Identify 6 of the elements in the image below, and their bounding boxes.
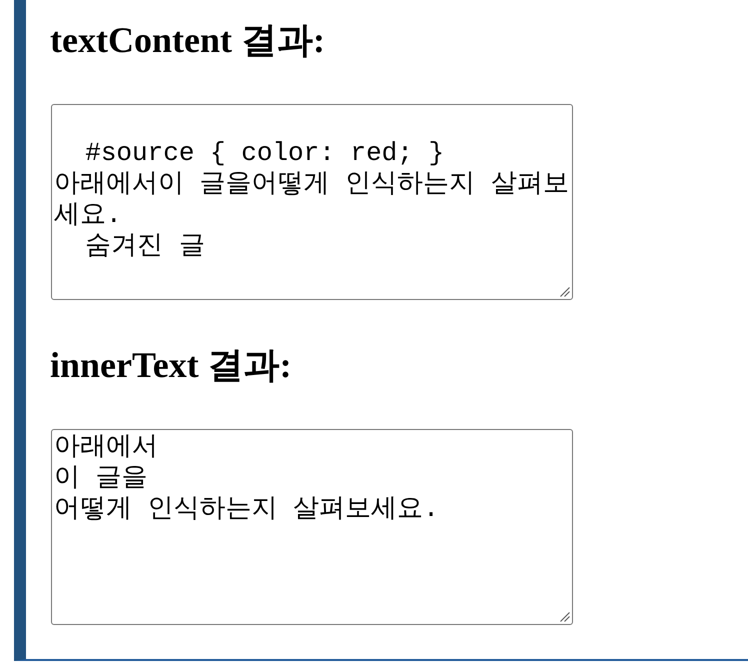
result-textarea[interactable]: 아래에서 이 글을 어떻게 인식하는지 살펴보세요. — [51, 429, 573, 625]
section-heading: textContent 결과: — [50, 20, 326, 61]
result-textarea[interactable]: #source { color: red; } 아래에서이 글을어떻게 인식하는지 살펴보세요. 숨겨진 글 — [51, 104, 573, 300]
resize-grip-icon[interactable] — [560, 287, 570, 297]
resize-grip-icon[interactable] — [560, 612, 570, 622]
section-heading: innerText 결과: — [50, 345, 293, 386]
